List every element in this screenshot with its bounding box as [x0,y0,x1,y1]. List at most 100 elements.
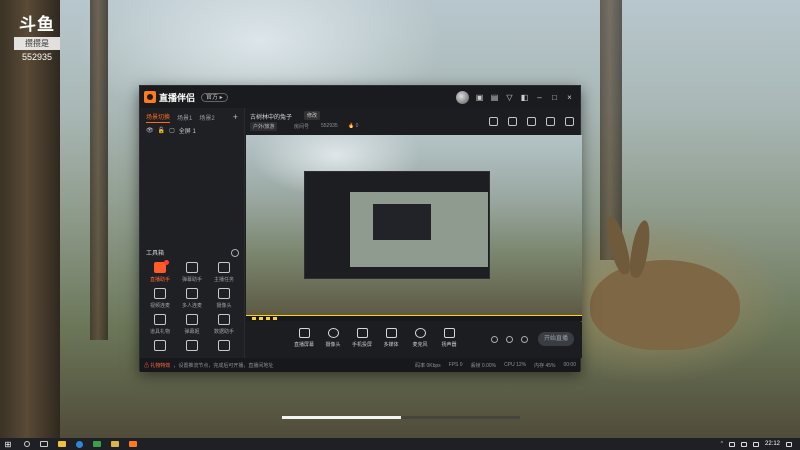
scene-tabs: 场景切换 场景1 场景2 + [140,108,244,123]
streaming-app-window: 直播伴侣 官方 ▸ ▣ ▤ ▽ ◧ – □ × 场景切换 场景1 场景2 + 👁… [139,85,582,372]
tab-scene-1[interactable]: 场景1 [177,113,192,122]
nested-preview [304,171,490,279]
timeline-marker [259,317,263,320]
gear-icon[interactable] [231,248,239,257]
camera-icon [218,288,230,299]
search-icon[interactable] [24,441,30,447]
folder-icon[interactable] [111,441,119,447]
microphone-button[interactable]: 麦克风 [410,328,430,348]
tool-label: 多人连麦 [181,303,202,309]
tool-label: 数据助手 [213,329,234,335]
room-id: 552935 [321,123,338,129]
ctrl-label: 多媒体 [383,342,399,348]
speaker-icon [443,328,455,338]
video-progress-bar[interactable] [282,416,520,419]
minimize-icon[interactable]: – [535,93,544,102]
tree-trunk-left-2 [90,0,108,340]
network-icon[interactable] [728,441,735,447]
tool-data[interactable]: 数据助手 [208,314,240,336]
tab-scene-2[interactable]: 场景2 [199,113,214,122]
gift-icon[interactable]: ▤ [490,93,499,102]
nested-preview-3 [373,204,431,240]
settings-icon[interactable] [521,336,528,343]
tools-title: 工具箱 [146,251,165,257]
tool-label: 道具礼物 [149,329,170,335]
avatar[interactable] [456,90,469,104]
tool-label: 视频连麦 [149,303,170,309]
skin-icon[interactable]: ◧ [520,93,529,102]
app-name: 直播伴侣 [159,92,196,103]
bell-icon[interactable] [546,117,555,126]
speaker-button[interactable]: 扬声器 [439,328,459,348]
task-view-icon[interactable] [40,441,48,447]
timeline-marker [266,317,270,320]
file-explorer-icon[interactable] [58,441,66,447]
monitor-icon [298,328,310,338]
logo-room: 552935 [21,52,53,62]
edge-icon[interactable] [76,440,83,448]
stat-item: 码率 0Kbps [415,362,441,369]
camera-button[interactable]: 摄像头 [323,328,343,348]
lock-icon[interactable]: 🔓 [158,127,165,134]
phone-cast-button[interactable]: 手机投屏 [352,328,372,348]
heat-count: 🔥 0 [348,123,359,129]
lock-icon[interactable] [508,117,517,126]
record-icon[interactable] [527,117,536,126]
source-controls: 直播屏幕 摄像头 手机投屏 多媒体 麦克风 扬声器 开始直播 [246,322,582,358]
category-tag[interactable]: 户外/旅游 [250,122,278,131]
tab-scene-switch[interactable]: 场景切换 [146,112,171,123]
close-icon[interactable]: × [565,93,574,102]
taskbar: ⊞ ^ 22:12 [0,438,800,450]
douyu-app-icon[interactable] [129,441,137,447]
tool-label: 直播助手 [149,277,170,283]
header-icons [489,117,574,126]
tool-task[interactable]: 主播任务 [208,262,240,284]
tool-danmu[interactable]: 弹幕助手 [176,262,208,284]
video-link-icon [154,288,166,299]
tool-label: 弹幕姬 [184,329,200,335]
tool-gift[interactable]: 道具礼物 [144,314,176,336]
tool-camera[interactable]: 摄像头 [208,288,240,310]
grid-icon[interactable] [489,117,498,126]
stat-item: CPU 12% [504,361,527,368]
add-scene-button[interactable]: + [233,112,238,122]
eye-icon[interactable]: 👁 [146,127,154,134]
app-logo: 直播伴侣 [144,91,195,104]
timeline-marker [252,317,256,320]
tool-live-assistant[interactable]: 直播助手 [144,260,176,284]
screen-icon[interactable]: ▣ [475,93,484,102]
store-icon[interactable] [93,441,101,447]
extra-tool-icon [186,340,198,351]
ctrl-label: 摄像头 [325,342,341,348]
ime-icon[interactable] [752,441,759,447]
tool-label: 摄像头 [216,303,232,309]
notification-icon[interactable] [786,441,792,447]
source-item[interactable]: 👁 🔓 ▢ 全屏 1 [140,122,244,139]
stat-item: 内存 45% [534,362,556,369]
tool-danmu-ji[interactable]: 弹幕姬 [176,314,208,336]
tool-multi-link[interactable]: 多人连麦 [176,288,208,310]
eye-icon[interactable] [506,336,513,343]
record-video-icon[interactable] [491,336,498,343]
tool-video-link[interactable]: 视频连麦 [144,288,176,310]
screen-capture-button[interactable]: 直播屏幕 [294,328,314,348]
live-assistant-icon [154,260,169,273]
media-button[interactable]: 多媒体 [381,328,401,348]
volume-icon[interactable] [740,441,747,447]
windows-start-icon[interactable]: ⊞ [2,438,14,450]
stream-preview[interactable] [246,135,582,315]
edit-title-button[interactable]: 修改 [304,111,321,120]
microphone-icon [414,328,426,338]
clock[interactable]: 22:12 [765,441,780,447]
start-live-button[interactable]: 开始直播 [538,332,574,346]
maximize-icon[interactable]: □ [550,93,559,102]
notification-dot [164,260,169,265]
source-timeline[interactable] [246,315,582,321]
stream-title: 古树林中的兔子 [250,115,293,121]
filter-icon[interactable]: ▽ [505,93,514,102]
tools-header: 工具箱 [146,248,239,257]
stat-item: 丢帧 0.00% [470,362,497,369]
version-button[interactable]: 官方 ▸ [201,92,228,102]
share-icon[interactable] [565,117,574,126]
tray-arrow-icon[interactable]: ^ [721,441,723,447]
